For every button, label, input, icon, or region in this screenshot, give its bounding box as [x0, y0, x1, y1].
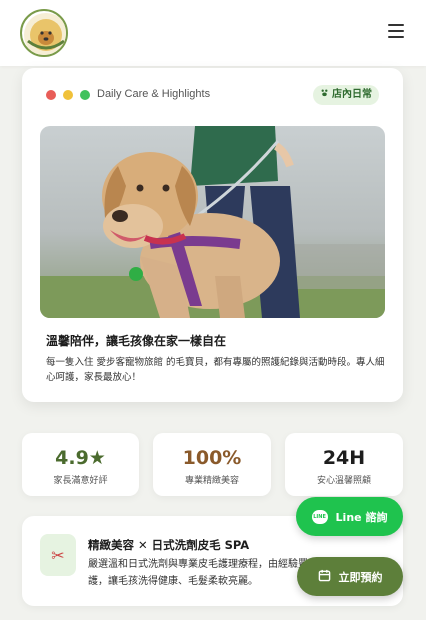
line-chat-icon: LINE [311, 509, 328, 524]
site-header [0, 0, 426, 66]
stat-label: 家長滿意好評 [53, 476, 108, 486]
green-dot-icon [80, 90, 90, 100]
dog-paw-badge-logo[interactable] [20, 9, 68, 57]
line-consult-button[interactable]: LINE Line 諮詢 [296, 497, 403, 536]
scissors-icon: ✂ [40, 534, 76, 576]
stat-card-care: 24H 安心溫馨照顧 [285, 433, 403, 496]
daily-care-card: Daily Care & Highlights 店內日常 溫馨陪伴，讓毛孩像在家… [22, 68, 403, 402]
stat-value: 24H [322, 447, 366, 469]
stat-value: 4.9★ [55, 447, 106, 469]
service-title: 精緻美容 ✕ 日式洗劑皮毛 SPA [88, 538, 250, 552]
red-dot-icon [46, 90, 56, 100]
book-button-label: 立即預約 [338, 570, 383, 584]
hamburger-menu-icon[interactable] [388, 24, 404, 38]
hero-title: 溫馨陪伴，讓毛孩像在家一樣自在 [46, 334, 227, 348]
yellow-dot-icon [63, 90, 73, 100]
stat-label: 安心溫馨照顧 [316, 476, 371, 486]
card-caption: Daily Care & Highlights [97, 88, 211, 100]
paw-icon [320, 85, 329, 105]
stat-card-rating: 4.9★ 家長滿意好評 [22, 433, 139, 496]
stat-label: 專業精緻美容 [184, 476, 239, 486]
stat-value: 100% [182, 447, 242, 469]
line-button-label: Line 諮詢 [335, 510, 388, 524]
hero-description: 每一隻入住 愛步客寵物旅館 的毛寶貝，都有專屬的照護紀錄與活動時段。專人細心呵護… [46, 357, 385, 383]
window-dots [46, 90, 90, 100]
store-daily-tag: 店內日常 [313, 85, 379, 105]
store-tag-label: 店內日常 [332, 89, 372, 100]
calendar-icon [318, 569, 331, 585]
dog-on-leash-photo [40, 126, 385, 318]
book-now-button[interactable]: 立即預約 [297, 557, 403, 596]
stat-card-grooming: 100% 專業精緻美容 [153, 433, 271, 496]
